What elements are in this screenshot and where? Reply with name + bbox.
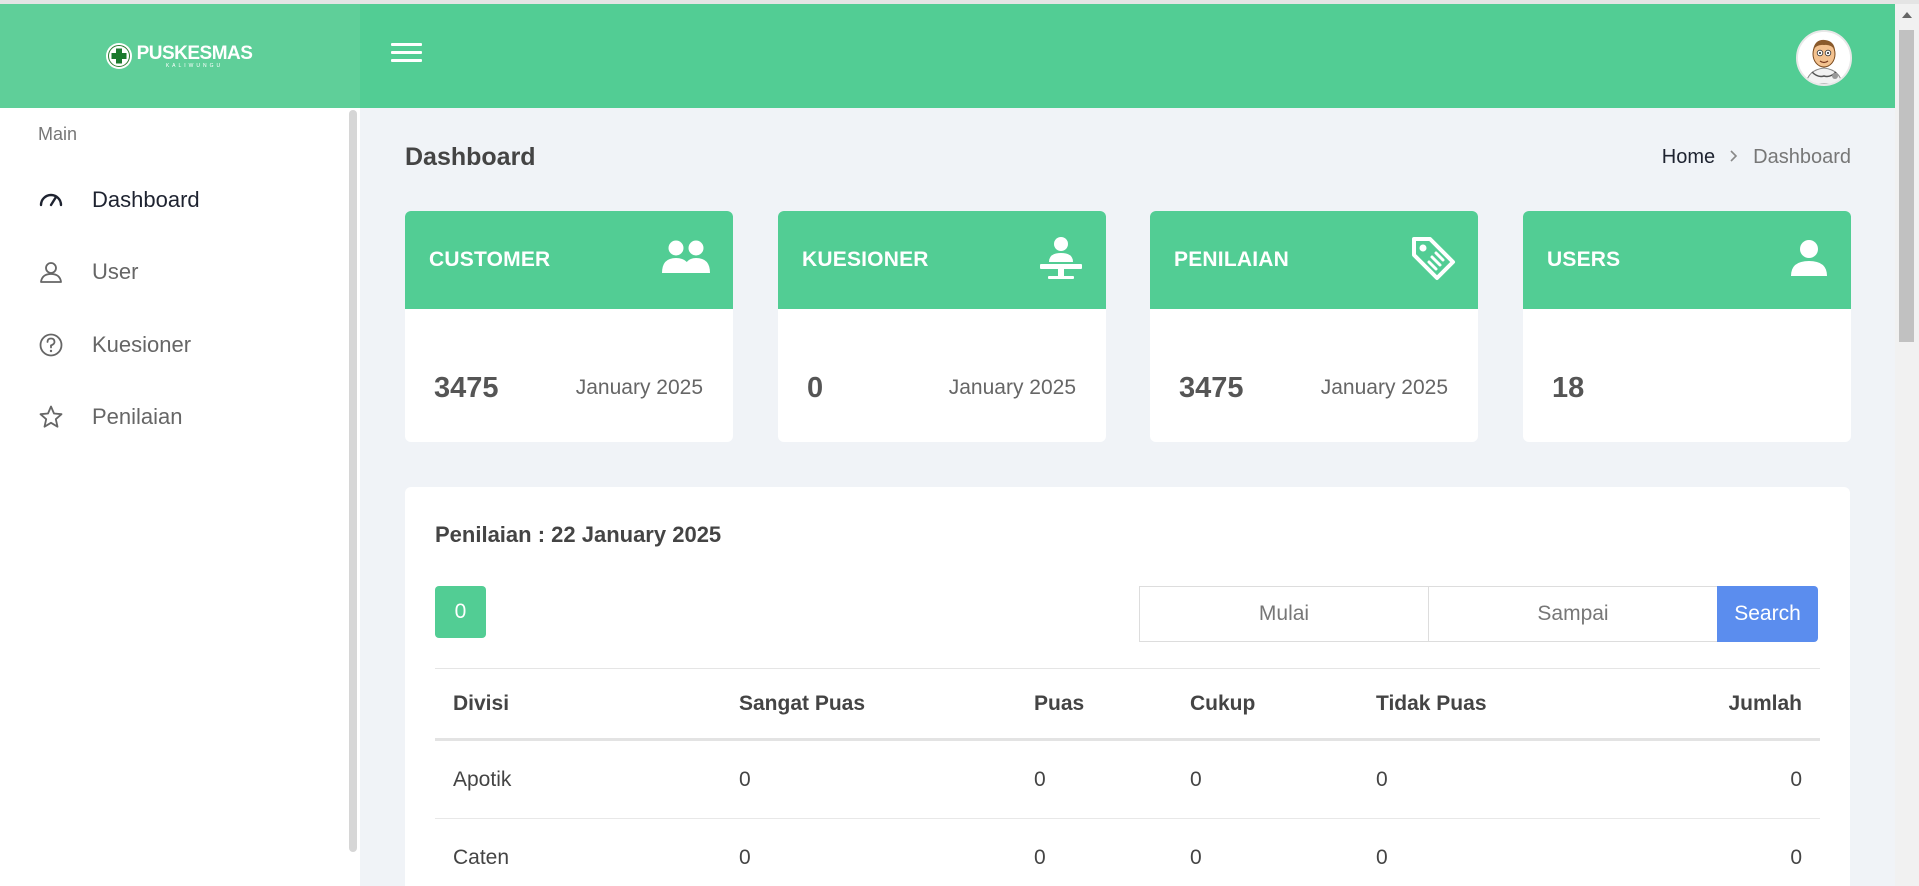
user-solid-icon <box>1789 238 1829 283</box>
card-title: KUESIONER <box>802 248 929 271</box>
card-date: January 2025 <box>575 376 703 399</box>
sidebar-scrollbar[interactable] <box>349 110 357 852</box>
stat-card-users: USERS 18 <box>1523 211 1851 442</box>
table-row: Caten 0 0 0 0 0 <box>435 818 1820 886</box>
table-cell: 0 <box>1172 818 1358 886</box>
scrollbar-thumb[interactable] <box>1899 30 1914 342</box>
sidebar-item-kuesioner[interactable]: Kuesioner <box>38 327 191 363</box>
sidebar-item-label: Kuesioner <box>92 332 192 357</box>
card-title: PENILAIAN <box>1174 248 1289 271</box>
penilaian-panel: Penilaian : 22 January 2025 0 Search Div… <box>405 487 1850 886</box>
breadcrumb-home-link[interactable]: Home <box>1662 146 1715 169</box>
user-icon <box>38 254 74 290</box>
card-value: 18 <box>1552 372 1585 404</box>
tag-icon <box>1410 235 1456 286</box>
start-date-input[interactable] <box>1139 586 1429 642</box>
sidebar: Main Dashboard User Kuesioner Penilaian <box>0 108 360 886</box>
table-cell: 0 <box>721 739 1016 819</box>
chevron-right-icon <box>1729 147 1739 168</box>
count-badge-button[interactable]: 0 <box>435 586 486 638</box>
card-title: CUSTOMER <box>429 248 551 271</box>
card-date: January 2025 <box>1320 376 1448 399</box>
date-filter: Search <box>1139 586 1818 642</box>
sidebar-item-label: User <box>92 259 139 284</box>
person-desk-icon <box>1038 235 1084 286</box>
sidebar-item-label: Penilaian <box>92 404 183 429</box>
sidebar-item-penilaian[interactable]: Penilaian <box>38 399 183 435</box>
card-date: January 2025 <box>948 376 1076 399</box>
speedometer-icon <box>38 182 74 218</box>
column-header-puas[interactable]: Puas <box>1016 668 1172 741</box>
stat-card-penilaian: PENILAIAN 3475 January 2025 <box>1150 211 1478 442</box>
search-button[interactable]: Search <box>1717 586 1818 642</box>
logo-title: PUSKESMAS <box>136 42 253 64</box>
column-header-jumlah[interactable]: Jumlah <box>1608 668 1820 741</box>
end-date-input[interactable] <box>1428 586 1718 642</box>
breadcrumb-current: Dashboard <box>1753 146 1851 168</box>
table-row: Apotik 0 0 0 0 0 <box>435 739 1820 819</box>
card-value: 3475 <box>434 372 499 404</box>
sidebar-item-dashboard[interactable]: Dashboard <box>38 182 200 218</box>
table-cell: 0 <box>1172 739 1358 819</box>
column-header-tidak-puas[interactable]: Tidak Puas <box>1358 668 1608 741</box>
page-scrollbar[interactable] <box>1895 4 1919 886</box>
star-icon <box>38 399 74 435</box>
table-header-row: Divisi Sangat Puas Puas Cukup Tidak Puas… <box>435 668 1820 741</box>
table-cell: Apotik <box>435 739 721 819</box>
table-cell: 0 <box>1358 818 1608 886</box>
stat-card-customer: CUSTOMER 3475 January 2025 <box>405 211 733 442</box>
column-header-cukup[interactable]: Cukup <box>1172 668 1358 741</box>
logo-area: PUSKESMAS KALIWUNGU <box>0 4 360 108</box>
table-cell: 0 <box>1016 739 1172 819</box>
hamburger-menu-icon[interactable] <box>391 43 422 67</box>
table-cell: 0 <box>1608 739 1820 819</box>
column-header-divisi[interactable]: Divisi <box>435 668 721 741</box>
table-cell: 0 <box>721 818 1016 886</box>
table-cell: 0 <box>1358 739 1608 819</box>
logo-subtitle: KALIWUNGU <box>165 62 224 69</box>
page-title: Dashboard <box>405 143 536 171</box>
top-header <box>360 4 1895 108</box>
stat-card-kuesioner: KUESIONER 0 January 2025 <box>778 211 1106 442</box>
medical-cross-icon <box>105 43 132 69</box>
panel-title: Penilaian : 22 January 2025 <box>435 522 722 547</box>
penilaian-table: Divisi Sangat Puas Puas Cukup Tidak Puas… <box>435 668 1820 886</box>
scroll-up-arrow-icon[interactable] <box>1902 12 1912 18</box>
breadcrumb: Home Dashboard <box>1662 146 1851 169</box>
sidebar-item-label: Dashboard <box>92 187 200 212</box>
card-title: USERS <box>1547 248 1621 271</box>
card-value: 3475 <box>1179 372 1244 404</box>
table-cell: Caten <box>435 818 721 886</box>
app-logo[interactable]: PUSKESMAS KALIWUNGU <box>105 42 253 69</box>
sidebar-heading: Main <box>38 124 78 144</box>
table-cell: 0 <box>1016 818 1172 886</box>
user-avatar[interactable] <box>1796 30 1852 86</box>
question-circle-icon <box>38 327 74 363</box>
sidebar-item-user[interactable]: User <box>38 254 138 290</box>
doctor-avatar-icon <box>1798 32 1850 84</box>
column-header-sangat-puas[interactable]: Sangat Puas <box>721 668 1016 741</box>
card-value: 0 <box>807 372 824 404</box>
table-cell: 0 <box>1608 818 1820 886</box>
users-icon <box>661 239 711 282</box>
